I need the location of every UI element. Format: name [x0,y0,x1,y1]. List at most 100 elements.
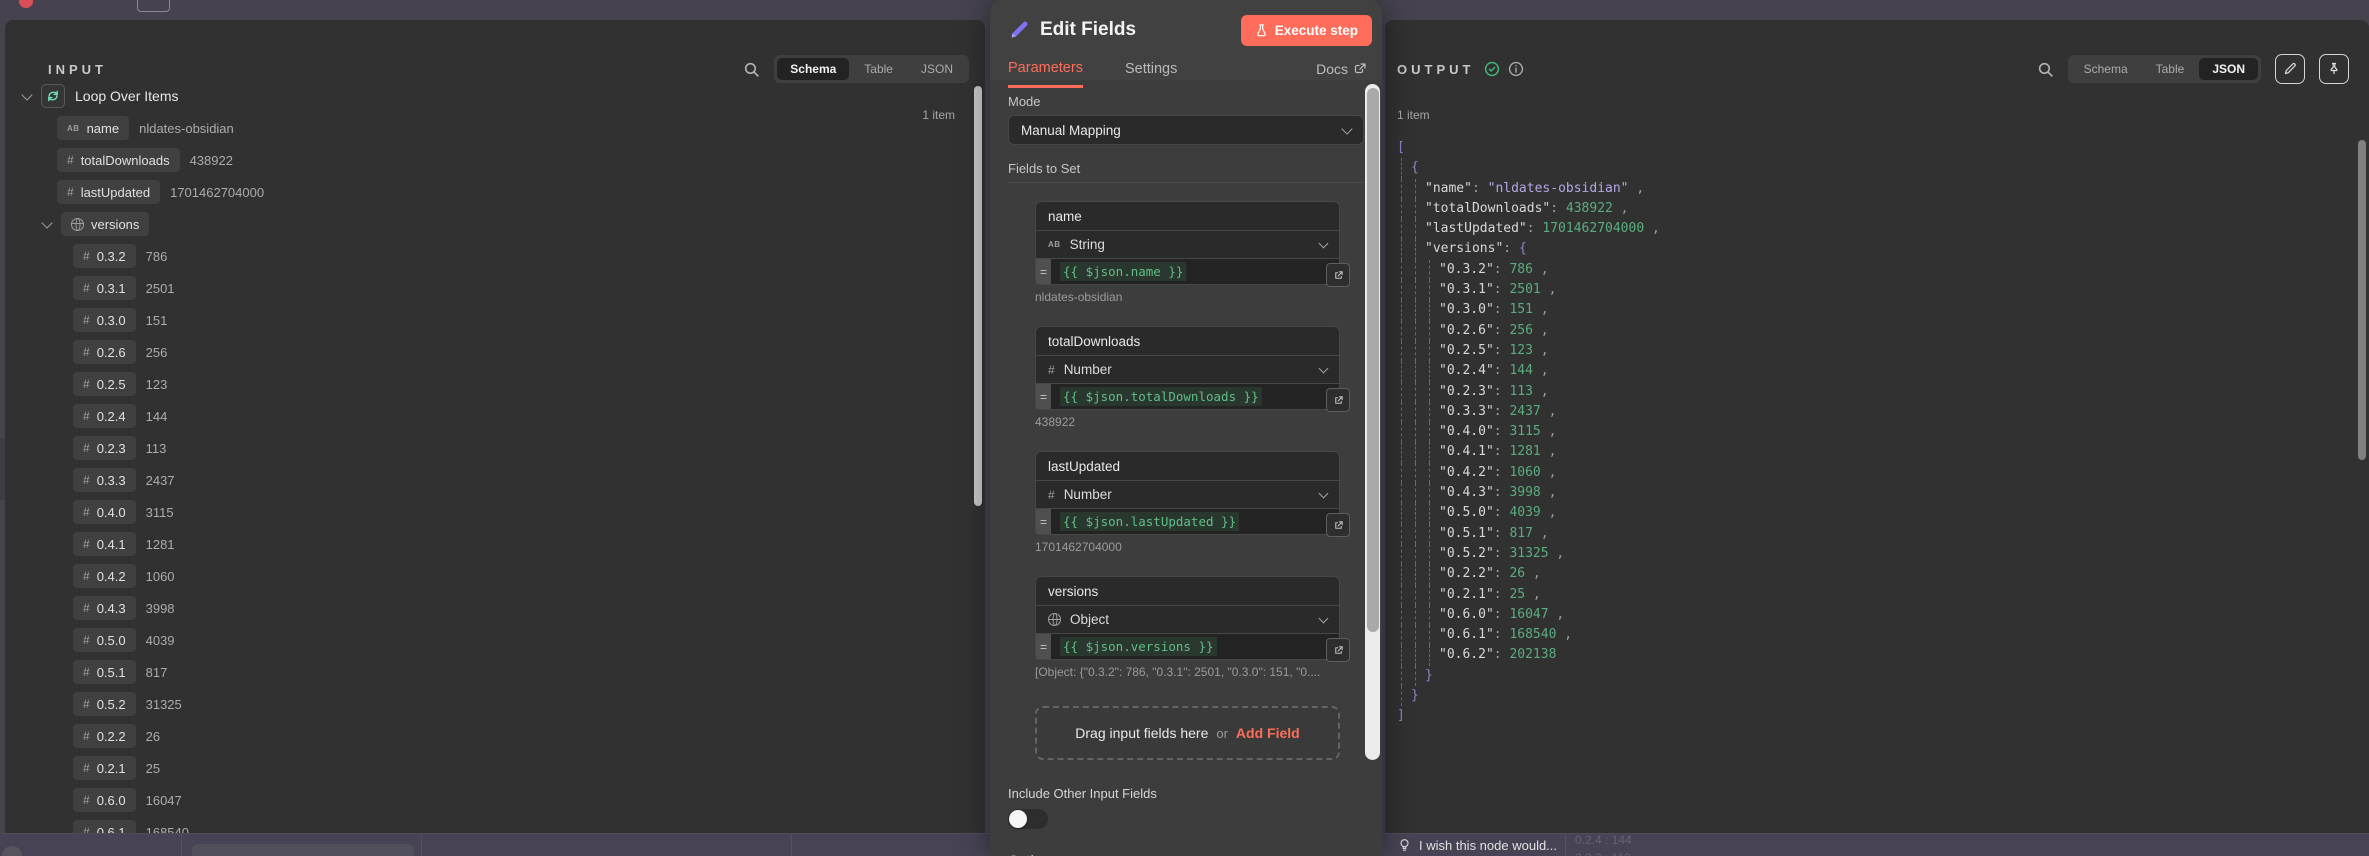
schema-row: 0.5.1 817 [73,660,965,684]
include-other-fields-toggle[interactable] [1008,809,1048,829]
schema-key-pill[interactable]: 0.3.0 [73,308,136,332]
schema-key-pill[interactable]: 0.3.3 [73,468,136,492]
schema-value: 256 [145,344,168,360]
number-type-icon [83,249,90,263]
info-icon[interactable] [1508,61,1524,77]
schema-key-pill[interactable]: totalDownloads [57,148,180,172]
open-expression-editor-button[interactable] [1326,638,1350,662]
schema-key-pill[interactable]: versions [61,212,150,236]
view-toggle-json[interactable]: JSON [2199,58,2258,80]
schema-key-pill[interactable]: 0.2.2 [73,724,136,748]
field-result-preview: 1701462704000 [1035,540,1122,554]
field-name-input[interactable]: name [1035,201,1340,230]
field-type-select[interactable]: String [1035,230,1340,259]
field-expression-input[interactable]: {{ $json.totalDownloads }} [1035,384,1350,412]
field-expression-input[interactable]: {{ $json.versions }} [1035,634,1350,662]
field-type-select[interactable]: Number [1035,480,1340,509]
expression-equals-badge [1036,509,1051,534]
footer-seam [421,834,422,856]
node-panel-scrollbar[interactable] [1365,84,1380,760]
schema-key-pill[interactable]: 0.6.0 [73,788,136,812]
schema-value: 1701462704000 [170,184,265,200]
input-scrollbar[interactable] [974,86,982,506]
docs-link[interactable]: Docs [1316,61,1366,77]
tree-root-label[interactable]: Loop Over Items [75,88,179,104]
node-feedback-link[interactable]: I wish this node would... [1398,834,1557,856]
schema-key-pill[interactable]: name [57,116,130,140]
schema-value: 3115 [145,504,174,520]
add-field-button[interactable]: Add Field [1236,725,1300,741]
open-expression-editor-button[interactable] [1326,263,1350,287]
schema-key-pill[interactable]: 0.2.5 [73,372,136,396]
schema-value: 438922 [189,152,233,168]
expression-equals-badge [1036,384,1051,409]
mode-select[interactable]: Manual Mapping [1008,115,1364,145]
schema-row: lastUpdated 1701462704000 [57,180,965,204]
field-name-input[interactable]: totalDownloads [1035,326,1340,355]
collapse-chevron-icon[interactable] [41,216,53,229]
number-type-icon [83,345,90,359]
schema-key-pill[interactable]: 0.2.1 [73,756,136,780]
view-toggle-schema[interactable]: Schema [777,58,850,80]
schema-key-pill[interactable]: 0.4.1 [73,532,136,556]
schema-key-pill[interactable]: 0.5.1 [73,660,136,684]
execute-step-button[interactable]: Execute step [1240,14,1372,46]
schema-key-pill[interactable]: 0.4.3 [73,596,136,620]
schema-value: 113 [145,440,167,456]
pin-data-button[interactable] [2319,54,2349,84]
output-scrollbar[interactable] [2358,140,2366,460]
schema-row: 0.2.6 256 [73,340,965,364]
expression-equals-badge [1036,634,1051,659]
chevron-down-icon [1341,122,1353,135]
output-view-toggle: Schema Table JSON [2067,55,2261,83]
schema-key-pill[interactable]: 0.4.0 [73,500,136,524]
field-expression-input[interactable]: {{ $json.name }} [1035,259,1350,287]
schema-key-pill[interactable]: 0.4.2 [73,564,136,588]
node-panel-scrollbar-thumb[interactable] [1366,88,1379,632]
schema-value: nldates-obsidian [139,120,234,136]
drag-drop-zone[interactable]: Drag input fields here or Add Field [1035,706,1340,760]
field-name-input[interactable]: lastUpdated [1035,451,1340,480]
schema-key-pill[interactable]: 0.2.4 [73,404,136,428]
schema-row: 0.5.0 4039 [73,628,965,652]
field-name-input[interactable]: versions [1035,576,1340,605]
schema-key-pill[interactable]: 0.3.2 [73,244,136,268]
number-type-icon [83,537,90,551]
search-icon[interactable] [2037,61,2054,78]
search-icon[interactable] [743,61,760,78]
edit-output-button[interactable] [2275,54,2305,84]
schema-row: 0.2.2 26 [73,724,965,748]
open-expression-editor-button[interactable] [1326,513,1350,537]
view-toggle-table[interactable]: Table [2143,58,2198,80]
field-type-icon [1048,613,1061,626]
field-expression-input[interactable]: {{ $json.lastUpdated }} [1035,509,1350,537]
number-type-icon [83,313,90,327]
field-card: versions Object {{ $json.versions }} [Ob… [1035,576,1350,679]
schema-key-pill[interactable]: 0.3.1 [73,276,136,300]
schema-row: 0.4.0 3115 [73,500,965,524]
field-result-preview: nldates-obsidian [1035,290,1123,304]
schema-key-pill[interactable]: 0.5.0 [73,628,136,652]
schema-row: 0.4.3 3998 [73,596,965,620]
view-toggle-json[interactable]: JSON [908,58,966,80]
fields-to-set-label: Fields to Set [1008,161,1081,176]
number-type-icon [83,793,90,807]
schema-key-pill[interactable]: 0.2.3 [73,436,136,460]
number-type-icon [83,761,90,775]
schema-value: 4039 [145,632,175,648]
schema-value: 144 [145,408,168,424]
schema-key-pill[interactable]: 0.2.6 [73,340,136,364]
expression-equals-badge [1036,259,1051,284]
field-type-select[interactable]: Number [1035,355,1340,384]
schema-key-pill[interactable]: 0.5.2 [73,692,136,716]
field-type-select[interactable]: Object [1035,605,1340,634]
open-expression-editor-button[interactable] [1326,388,1350,412]
input-view-toggle: Schema Table JSON [774,55,969,83]
loop-node-icon [41,84,65,108]
field-card: lastUpdated Number {{ $json.lastUpdated … [1035,451,1350,554]
view-toggle-table[interactable]: Table [851,58,906,80]
collapse-chevron-icon[interactable] [21,88,33,101]
schema-key-pill[interactable]: lastUpdated [57,180,161,204]
view-toggle-schema[interactable]: Schema [2071,58,2141,80]
schema-key-pill[interactable]: 0.6.1 [73,820,136,833]
